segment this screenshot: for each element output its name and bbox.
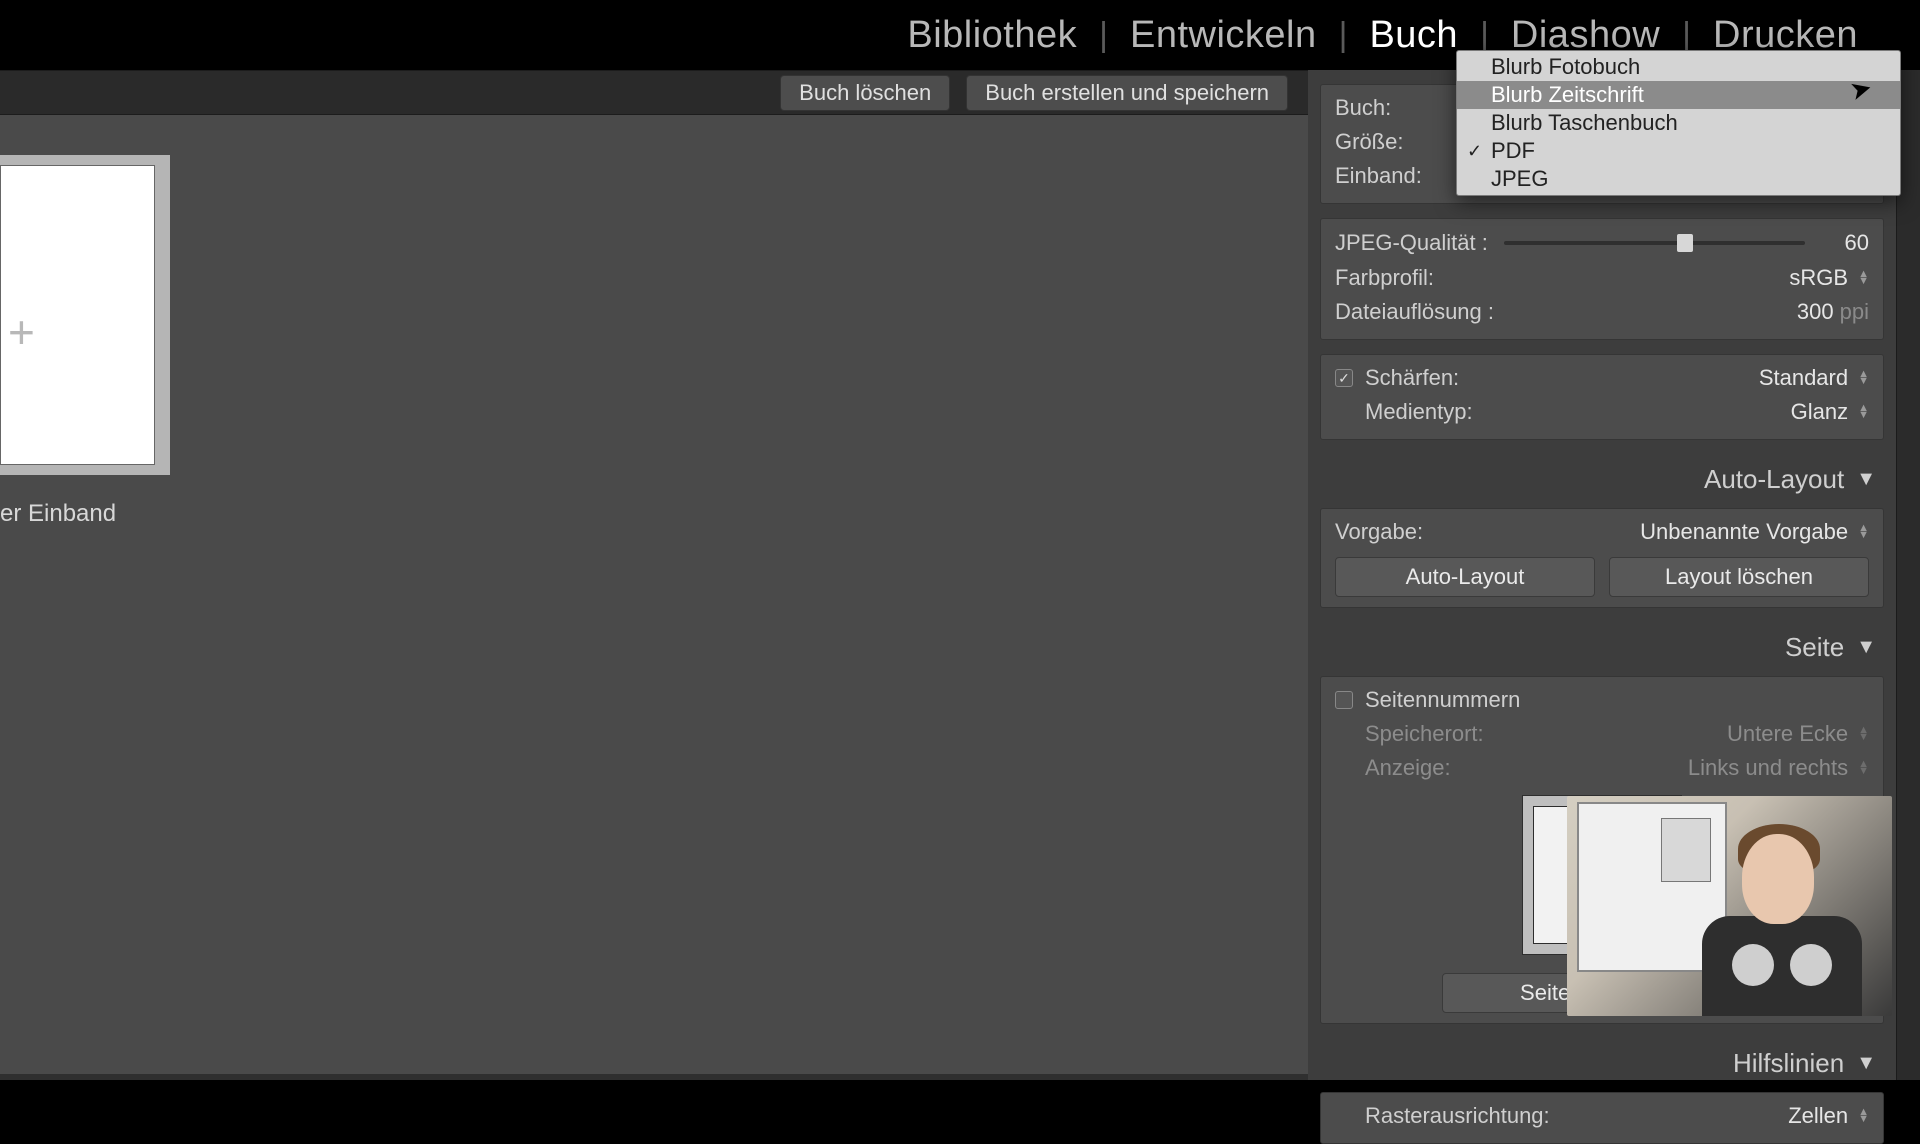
chevron-down-icon: ▼ (1856, 1052, 1876, 1075)
module-sep: | (1339, 16, 1348, 55)
book-canvas[interactable]: + er Einband (0, 115, 1308, 1080)
check-icon: ✓ (1467, 141, 1482, 162)
add-photo-icon[interactable]: + (8, 305, 35, 359)
resolution-value[interactable]: 300ppi (1797, 299, 1869, 325)
book-type-dropdown[interactable]: Blurb FotobuchBlurb ZeitschriftBlurb Tas… (1456, 50, 1901, 196)
cover-label: Einband: (1335, 163, 1422, 189)
sharpen-checkbox[interactable] (1335, 369, 1353, 387)
book-toolbar: Buch löschen Buch erstellen und speicher… (0, 70, 1308, 115)
clear-layout-button[interactable]: Layout löschen (1609, 557, 1869, 597)
location-label: Speicherort: (1365, 721, 1484, 747)
display-value: Links und rechts▲▼ (1688, 755, 1869, 781)
book-type-label: Buch: (1335, 95, 1391, 121)
webcam-person (1702, 816, 1852, 1016)
book-type-option[interactable]: ✓ PDF (1457, 137, 1900, 165)
cover-thumbnail[interactable]: + (0, 155, 170, 475)
canvas-bottom-edge (0, 1074, 1308, 1080)
grid-snap-value[interactable]: Zellen▲▼ (1788, 1103, 1869, 1129)
jpeg-quality-thumb[interactable] (1677, 234, 1693, 252)
module-sep: | (1682, 16, 1691, 55)
pagenumbers-label: Seitennummern (1365, 687, 1520, 713)
book-type-option[interactable]: Blurb Taschenbuch (1457, 109, 1900, 137)
media-label: Medientyp: (1365, 399, 1473, 425)
page-section-header[interactable]: Seite▼ (1320, 622, 1884, 672)
chevron-down-icon: ▼ (1856, 468, 1876, 491)
display-label: Anzeige: (1365, 755, 1451, 781)
module-bibliothek[interactable]: Bibliothek (885, 14, 1099, 57)
media-value[interactable]: Glanz▲▼ (1791, 399, 1869, 425)
book-type-option-label: Blurb Taschenbuch (1491, 110, 1678, 136)
book-type-option-label: JPEG (1491, 166, 1548, 192)
pagenumbers-checkbox[interactable] (1335, 691, 1353, 709)
book-output-group: JPEG-Qualität : 60 Farbprofil: sRGB▲▼ Da… (1320, 218, 1884, 340)
jpeg-quality-slider[interactable] (1504, 241, 1805, 245)
sharpen-value[interactable]: Standard▲▼ (1759, 365, 1869, 391)
jpeg-quality-value[interactable]: 60 (1819, 230, 1869, 256)
book-type-option[interactable]: Blurb Zeitschrift (1457, 81, 1900, 109)
delete-book-button[interactable]: Buch löschen (780, 75, 950, 111)
book-type-option[interactable]: Blurb Fotobuch (1457, 53, 1900, 81)
guides-group: Rasterausrichtung: Zellen▲▼ (1320, 1092, 1884, 1144)
resolution-label: Dateiauflösung : (1335, 299, 1494, 325)
autolayout-group: Vorgabe: Unbenannte Vorgabe▲▼ Auto-Layou… (1320, 508, 1884, 608)
module-sep: | (1480, 16, 1489, 55)
module-entwickeln[interactable]: Entwickeln (1108, 14, 1339, 57)
module-sep: | (1099, 16, 1108, 55)
webcam-overlay (1567, 796, 1892, 1016)
auto-layout-button[interactable]: Auto-Layout (1335, 557, 1595, 597)
cover-caption: er Einband (0, 500, 116, 528)
chevron-down-icon: ▼ (1856, 636, 1876, 659)
grid-snap-label: Rasterausrichtung: (1365, 1103, 1550, 1129)
color-profile-value[interactable]: sRGB▲▼ (1789, 265, 1869, 291)
book-type-option-label: PDF (1491, 138, 1535, 164)
create-book-button[interactable]: Buch erstellen und speichern (966, 75, 1288, 111)
preset-value[interactable]: Unbenannte Vorgabe▲▼ (1640, 519, 1869, 545)
book-type-option-label: Blurb Fotobuch (1491, 54, 1640, 80)
location-value: Untere Ecke▲▼ (1727, 721, 1869, 747)
size-label: Größe: (1335, 129, 1403, 155)
book-type-option-label: Blurb Zeitschrift (1491, 82, 1644, 108)
autolayout-section-header[interactable]: Auto-Layout▼ (1320, 454, 1884, 504)
book-sharpen-group: Schärfen: Standard▲▼ Medientyp: Glanz▲▼ (1320, 354, 1884, 440)
jpeg-quality-label: JPEG-Qualität : (1335, 230, 1490, 256)
sharpen-label: Schärfen: (1365, 365, 1459, 391)
guides-section-header[interactable]: Hilfslinien▼ (1320, 1038, 1884, 1088)
color-profile-label: Farbprofil: (1335, 265, 1434, 291)
book-type-option[interactable]: JPEG (1457, 165, 1900, 193)
panel-scrollbar[interactable] (1896, 70, 1920, 1080)
preset-label: Vorgabe: (1335, 519, 1423, 545)
